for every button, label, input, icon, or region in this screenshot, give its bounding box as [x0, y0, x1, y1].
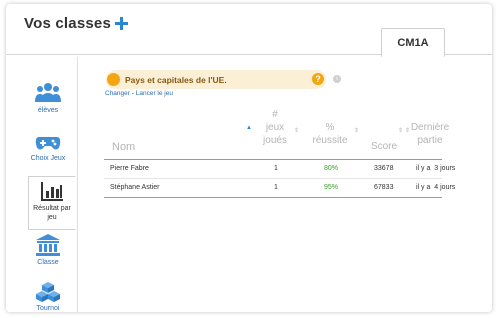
cell-name: Pierre Fabre: [110, 165, 149, 172]
gamepad-icon: [35, 137, 61, 150]
sidebar-item-tournament[interactable]: Tournoi: [22, 282, 74, 312]
cell-success: 80%: [324, 165, 339, 172]
sidebar: élèves Choix Jeux Résultat par jeu Class…: [22, 70, 76, 312]
column-header-label: jeux: [265, 122, 285, 133]
cell-games: 1: [274, 165, 278, 172]
game-links: Changer - Lancer le jeu: [105, 90, 173, 97]
change-game-link[interactable]: Changer: [105, 90, 130, 97]
cell-name: Stéphane Astier: [110, 184, 160, 191]
sidebar-item-label: Choix Jeux: [30, 155, 66, 162]
column-header-label: Score: [370, 141, 398, 152]
sort-icon: ⇕: [398, 128, 404, 134]
sidebar-item-label: Résultat par jeu: [33, 205, 71, 221]
sidebar-item-results-by-game[interactable]: Résultat par jeu: [28, 176, 76, 230]
sidebar-divider: [77, 57, 78, 312]
sidebar-item-class[interactable]: Classe: [22, 234, 74, 274]
launch-game-link[interactable]: Lancer le jeu: [136, 90, 173, 97]
bar-chart-icon: [41, 182, 63, 201]
cell-score: 33678: [374, 165, 394, 172]
column-header-label: joués: [263, 135, 287, 146]
column-header-label: Nom: [112, 141, 136, 153]
tab-class-label: CM1A: [397, 36, 429, 49]
page-title: Vos classes: [24, 14, 111, 32]
sort-icon: ⇕: [354, 128, 360, 134]
sidebar-item-label: élèves: [37, 107, 59, 114]
users-icon: [35, 83, 61, 102]
sidebar-item-game-choice[interactable]: Choix Jeux: [22, 134, 74, 170]
app-window: Vos classes CM1A élèves Choix Jeux Résul…: [6, 4, 492, 312]
game-title: Pays et capitales de l'UE.: [125, 74, 227, 85]
sidebar-item-label: Tournoi: [36, 305, 60, 312]
sort-icon: ⇕: [294, 128, 300, 134]
link-separator: -: [131, 90, 134, 97]
column-header-label: Dernière: [410, 122, 450, 133]
selected-game-banner: Pays et capitales de l'UE.: [106, 70, 326, 89]
column-header-label: réussite: [312, 135, 348, 146]
tab-class[interactable]: CM1A: [381, 28, 445, 57]
column-header-label: #: [272, 109, 278, 120]
cell-last-game: il y a 3 jours: [416, 165, 456, 172]
add-class-icon[interactable]: [115, 16, 128, 30]
sidebar-item-label: Classe: [37, 259, 59, 266]
column-header-label: partie: [417, 135, 443, 146]
coin-icon: [107, 73, 120, 86]
cell-games: 1: [274, 184, 278, 191]
school-building-icon: [36, 234, 60, 256]
column-header-games-played[interactable]: # jeux joués ⇕: [254, 108, 300, 158]
sort-ascending-icon: ▲: [246, 125, 252, 131]
cell-success: 95%: [324, 184, 339, 191]
cubes-icon: [36, 282, 60, 302]
help-icon[interactable]: ?: [312, 73, 324, 85]
sidebar-item-students[interactable]: élèves: [22, 82, 74, 122]
table-row[interactable]: Stéphane Astier 1 95% 67833 il y a 4 jou…: [104, 179, 455, 198]
header: Vos classes: [24, 12, 128, 34]
table-row[interactable]: Pierre Fabre 1 80% 33678 il y a 3 jours: [104, 160, 455, 179]
info-icon[interactable]: i: [333, 75, 341, 83]
column-header-name[interactable]: Nom ▲: [104, 108, 252, 158]
column-header-label: %: [325, 122, 335, 133]
cell-last-game: il y a 4 jours: [416, 184, 456, 191]
cell-score: 67833: [374, 184, 394, 191]
